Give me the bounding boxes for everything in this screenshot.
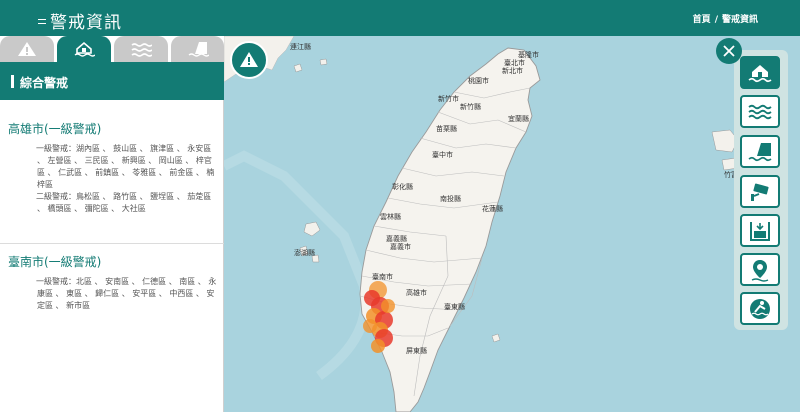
category-tabs (0, 36, 224, 62)
alert-level-one-list: 一級警戒：北區 、 安南區 、 仁德區 、 南區 、 永康區 、 東區 、 歸仁… (36, 277, 217, 310)
alert-marker-level2 (381, 299, 395, 313)
section-header: 綜合警戒 (0, 62, 224, 100)
tab-reservoir[interactable] (171, 36, 224, 62)
tab-flood[interactable] (57, 36, 111, 62)
breadcrumb-separator: / (714, 15, 718, 25)
tool-rescue-layer[interactable] (740, 292, 780, 325)
map-label: 雲林縣 (380, 213, 401, 221)
breadcrumb-current: 警戒資訊 (721, 15, 758, 25)
alert-marker-level2 (363, 319, 377, 333)
city-name: 高雄市(一級警戒) (8, 122, 102, 136)
breadcrumb-home-link[interactable]: 首頁 (693, 15, 711, 25)
warning-icon (18, 42, 36, 56)
taiwan-map[interactable]: 基隆市 新北市 臺北市 桃園市 新竹市 新竹縣 宜蘭縣 苗栗縣 臺中市 彰化縣 … (224, 36, 800, 412)
map-label: 新竹縣 (460, 103, 481, 111)
map-label: 苗栗縣 (436, 125, 457, 133)
water-level-gauge-icon (750, 221, 770, 241)
alert-marker-level2 (371, 339, 385, 353)
map-label: 彰化縣 (392, 183, 413, 191)
map-label: 新竹市 (438, 95, 459, 103)
city-name: 臺南市(一級警戒) (8, 255, 102, 269)
close-toolbar-button[interactable] (716, 38, 742, 64)
city-alert-tainan[interactable]: 臺南市(一級警戒) 一級警戒：北區 、 安南區 、 仁德區 、 南區 、 永康區… (8, 253, 218, 312)
map-label: 屏東縣 (406, 347, 427, 355)
map-label: 高雄市 (406, 289, 427, 297)
close-icon (723, 45, 735, 57)
reservoir-dam-icon (748, 142, 772, 161)
tool-location-layer[interactable] (740, 253, 780, 286)
tool-reservoir-layer[interactable] (740, 135, 780, 168)
map-label: 連江縣 (290, 43, 311, 51)
tab-water[interactable] (114, 36, 168, 62)
top-header-bar: 警戒資訊 首頁 / 警戒資訊 (0, 0, 800, 36)
location-pin-icon (751, 259, 769, 282)
map-label: 臺北市 (504, 59, 525, 67)
tab-warning[interactable] (0, 36, 54, 62)
map-label: 宜蘭縣 (508, 115, 529, 123)
section-title: 綜合警戒 (20, 76, 69, 90)
cctv-camera-icon (751, 183, 769, 201)
map-label: 桃園市 (468, 77, 489, 85)
tool-flood-layer[interactable] (740, 56, 780, 89)
map-label: 臺中市 (432, 151, 453, 159)
water-waves-icon (131, 43, 152, 57)
page-title: 警戒資訊 (50, 13, 122, 33)
map-warning-button[interactable] (230, 41, 268, 79)
city-alert-kaohsiung[interactable]: 高雄市(一級警戒) 一級警戒：湖內區 、 鼓山區 、 旗津區 、 永安區 、 左… (8, 120, 218, 215)
divider (0, 243, 224, 244)
alert-level-one-list: 一級警戒：湖內區 、 鼓山區 、 旗津區 、 永安區 、 左營區 、 三民區 、… (36, 144, 215, 189)
tool-cctv-layer[interactable] (740, 175, 780, 208)
map-label: 澎湖縣 (294, 249, 315, 257)
alert-level-two-list: 二級警戒：鳥松區 、 路竹區 、 鹽埕區 、 茄萣區 、 橋頭區 、 彌陀區 、… (36, 192, 212, 213)
map-label: 臺南市 (372, 273, 393, 281)
flood-house-icon (748, 64, 772, 82)
alert-side-panel: 綜合警戒 高雄市(一級警戒) 一級警戒：湖內區 、 鼓山區 、 旗津區 、 永安… (0, 36, 224, 412)
section-accent-bar (11, 75, 14, 88)
map-label: 花蓮縣 (482, 205, 503, 213)
map-label: 臺東縣 (444, 303, 465, 311)
tool-water-level-layer[interactable] (740, 214, 780, 247)
flood-house-icon (74, 41, 95, 57)
breadcrumb: 首頁 / 警戒資訊 (691, 12, 760, 25)
person-in-water-icon (750, 298, 770, 319)
tool-water-layer[interactable] (740, 95, 780, 128)
menu-icon[interactable] (38, 19, 46, 24)
map-label: 南投縣 (440, 195, 461, 203)
map-label: 嘉義市 (390, 243, 411, 251)
map-canvas (224, 36, 769, 412)
warning-icon (240, 52, 258, 67)
water-waves-icon (748, 104, 772, 119)
reservoir-dam-icon (188, 42, 209, 57)
